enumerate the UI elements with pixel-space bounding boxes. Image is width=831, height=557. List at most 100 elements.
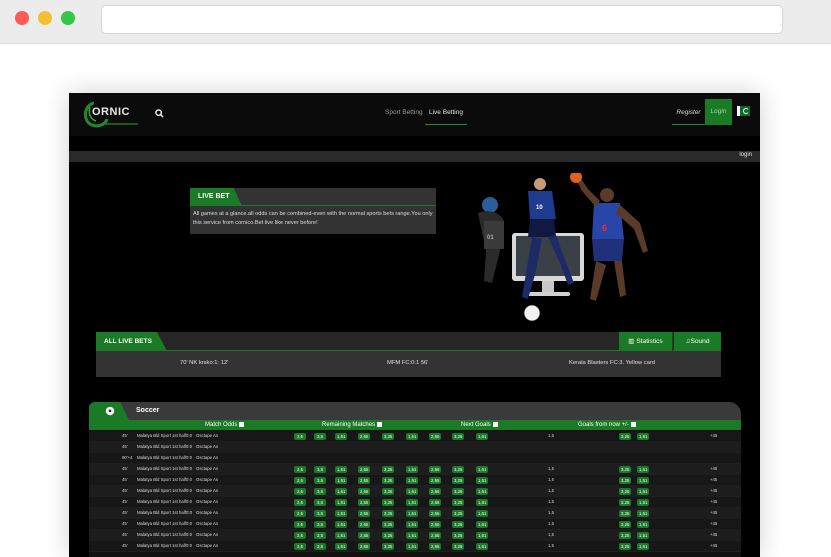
ticker-item[interactable]: 70' NK krsko:1: 12' [180, 360, 228, 366]
odds-button[interactable]: 1,51 [637, 542, 650, 550]
odds-button[interactable]: 2,55 [429, 520, 442, 528]
more-markets-link[interactable]: +45 [710, 499, 717, 504]
odds-button[interactable]: 3,5 [314, 432, 326, 440]
odds-button[interactable]: 2,55 [358, 520, 371, 528]
odds-button[interactable]: 3,5 [314, 487, 326, 495]
odds-button[interactable]: 1,51 [406, 531, 419, 539]
odds-button[interactable]: 1,51 [335, 531, 348, 539]
odds-button[interactable]: 1,51 [637, 432, 650, 440]
login-button[interactable]: Login [705, 99, 732, 125]
odds-button[interactable]: 3,25 [452, 432, 465, 440]
odds-button[interactable]: 3,25 [452, 465, 465, 473]
odds-button[interactable]: 1,51 [406, 487, 419, 495]
table-row[interactable]: 45' Malatya Bld Sport 1st half 0:0 Osctape … [89, 541, 741, 552]
odds-button[interactable]: 3,25 [382, 432, 395, 440]
odds-button[interactable]: 3,25 [382, 520, 395, 528]
minimize-window-button[interactable] [38, 11, 52, 25]
more-markets-link[interactable]: +45 [710, 521, 717, 526]
more-markets-link[interactable]: +45 [710, 488, 717, 493]
odds-button[interactable]: 2,5 [294, 487, 306, 495]
odds-button[interactable]: 2,55 [429, 487, 442, 495]
odds-button[interactable]: 3,25 [619, 520, 632, 528]
odds-button[interactable]: 1,51 [406, 432, 419, 440]
odds-button[interactable]: 2,5 [294, 476, 306, 484]
table-row[interactable]: 45' Malatya Bld Sport 1st half 0:0 Osctape … [89, 519, 741, 530]
odds-button[interactable]: 2,5 [294, 509, 306, 517]
table-row[interactable]: 45' Malatya Bld Sport 1st half 0:0 Osctape … [89, 431, 741, 442]
odds-button[interactable]: 3,5 [314, 465, 326, 473]
checkbox-icon[interactable] [239, 422, 245, 427]
close-window-button[interactable] [15, 11, 29, 25]
table-row[interactable]: 45' Malatya Bld Sport 1st half 0:0 Osctape … [89, 486, 741, 497]
odds-button[interactable]: 3,25 [382, 509, 395, 517]
odds-button[interactable]: 1,51 [335, 432, 348, 440]
odds-button[interactable]: 1,51 [637, 509, 650, 517]
col-next-goals[interactable]: Next Goals [461, 422, 498, 428]
odds-button[interactable]: 1,51 [406, 465, 419, 473]
odds-button[interactable]: 3,5 [314, 509, 326, 517]
ticker-item[interactable]: MFM FC:0:1 56' [387, 360, 428, 366]
address-bar[interactable] [101, 5, 783, 34]
odds-button[interactable]: 3,25 [619, 487, 632, 495]
pakistan-flag-icon[interactable] [737, 106, 750, 116]
table-row[interactable]: 45' Malatya Bld Sport 1st half 0:0 Osctape … [89, 530, 741, 541]
odds-button[interactable]: 3,25 [619, 432, 632, 440]
col-remaining-matches[interactable]: Remaining Matches [322, 422, 383, 428]
odds-button[interactable]: 1,51 [637, 465, 650, 473]
statistics-button[interactable]: ▥ Statistics [619, 332, 673, 351]
more-markets-link[interactable]: +45 [710, 466, 717, 471]
odds-button[interactable]: 1,51 [406, 509, 419, 517]
odds-button[interactable]: 3,25 [619, 476, 632, 484]
odds-button[interactable]: 1,51 [476, 498, 489, 506]
odds-button[interactable]: 1,51 [335, 520, 348, 528]
odds-button[interactable]: 1,51 [406, 542, 419, 550]
table-row[interactable]: 90'+4 Malatya Bld Sport 1st half 0:0 Osctap… [89, 453, 741, 464]
odds-button[interactable]: 3,25 [382, 531, 395, 539]
odds-button[interactable]: 2,55 [358, 531, 371, 539]
register-link[interactable]: Register [672, 100, 705, 125]
odds-button[interactable]: 2,55 [429, 465, 442, 473]
odds-button[interactable]: 1,51 [335, 487, 348, 495]
odds-button[interactable]: 3,25 [452, 498, 465, 506]
odds-button[interactable]: 2,5 [294, 542, 306, 550]
odds-button[interactable]: 1,51 [335, 465, 348, 473]
odds-button[interactable]: 1,51 [406, 520, 419, 528]
odds-button[interactable]: 3,5 [314, 498, 326, 506]
odds-button[interactable]: 2,5 [294, 465, 306, 473]
odds-button[interactable]: 3,25 [382, 476, 395, 484]
odds-button[interactable]: 2,55 [358, 498, 371, 506]
checkbox-icon[interactable] [492, 422, 498, 427]
odds-button[interactable]: 1,51 [406, 498, 419, 506]
odds-button[interactable]: 1,51 [476, 542, 489, 550]
odds-button[interactable]: 1,51 [637, 498, 650, 506]
odds-button[interactable]: 2,5 [294, 520, 306, 528]
table-row[interactable]: 45' Malatya Bld Sport 1st half 0:0 Osctape … [89, 475, 741, 486]
odds-button[interactable]: 3,25 [452, 509, 465, 517]
odds-button[interactable]: 3,25 [452, 487, 465, 495]
odds-button[interactable]: 2,55 [358, 509, 371, 517]
odds-button[interactable]: 1,51 [335, 498, 348, 506]
odds-button[interactable]: 3,5 [314, 476, 326, 484]
odds-button[interactable]: 1,51 [637, 520, 650, 528]
odds-button[interactable]: 3,25 [452, 542, 465, 550]
odds-button[interactable]: 1,51 [335, 542, 348, 550]
odds-button[interactable]: 2,55 [358, 476, 371, 484]
odds-button[interactable]: 3,25 [619, 542, 632, 550]
odds-button[interactable]: 3,25 [382, 487, 395, 495]
nav-live-betting[interactable]: Live Betting [425, 101, 467, 125]
more-markets-link[interactable]: +45 [710, 433, 717, 438]
more-markets-link[interactable]: +45 [710, 510, 717, 515]
odds-button[interactable]: 3,25 [382, 465, 395, 473]
odds-button[interactable]: 1,51 [476, 531, 489, 539]
col-goals-from-now[interactable]: Goals from now +/- [578, 422, 636, 428]
maximize-window-button[interactable] [61, 11, 75, 25]
odds-button[interactable]: 1,51 [476, 520, 489, 528]
odds-button[interactable]: 2,55 [358, 542, 371, 550]
table-row[interactable]: 45' Malatya Bld Sport 1st half 0:0 Osctape … [89, 442, 741, 453]
odds-button[interactable]: 3,25 [452, 531, 465, 539]
table-row[interactable]: 45' Malatya Bld Sport 1st half 0:0 Osctape … [89, 464, 741, 475]
col-match-odds[interactable]: Match Odds [205, 422, 245, 428]
odds-button[interactable]: 1,51 [406, 476, 419, 484]
odds-button[interactable]: 2,5 [294, 498, 306, 506]
odds-button[interactable]: 3,25 [452, 520, 465, 528]
